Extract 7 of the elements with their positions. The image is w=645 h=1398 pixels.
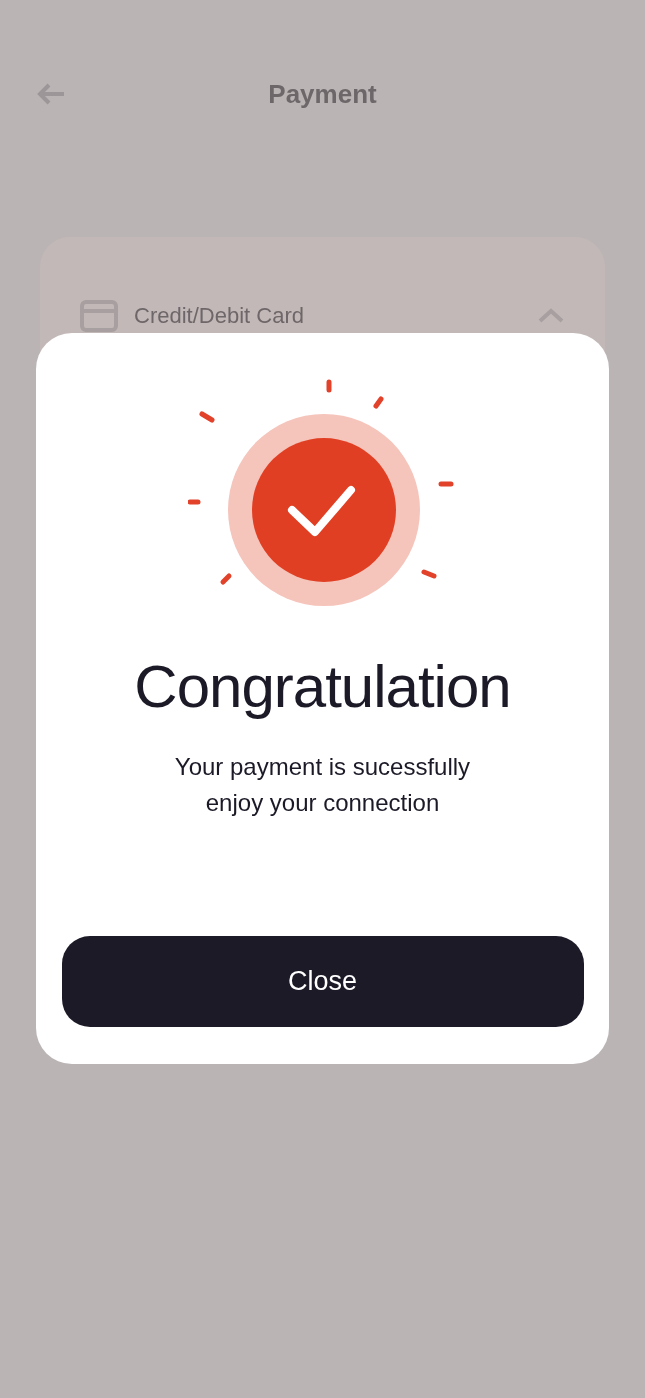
dialog-message: Your payment is sucessfully enjoy your connection: [174, 752, 471, 818]
card-icon: [80, 299, 118, 332]
close-button[interactable]: Close: [61, 936, 584, 1027]
dialog-title: Congratulation: [134, 657, 511, 717]
page-title: Payment: [268, 77, 377, 111]
chevron-icon[interactable]: [537, 307, 565, 324]
back-arrow-icon[interactable]: [36, 82, 66, 106]
